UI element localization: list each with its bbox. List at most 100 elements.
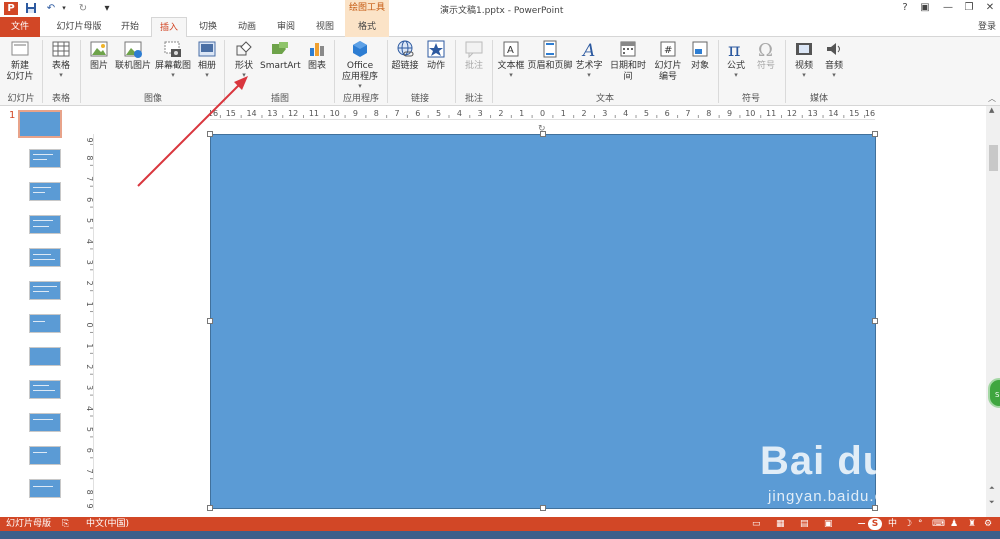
symbol-button[interactable]: Ω 符号 — [752, 39, 780, 72]
chevron-down-icon: ▾ — [734, 71, 738, 79]
sign-in-link[interactable]: 登录 — [978, 17, 996, 37]
floating-badge[interactable]: SB — [988, 378, 1000, 408]
hyperlink-button[interactable]: 超链接 — [390, 39, 420, 72]
ruler-tick-label: 3 — [85, 385, 94, 390]
slide-thumbnail[interactable] — [29, 248, 61, 267]
rotate-handle-icon[interactable]: ↻ — [538, 124, 546, 134]
online-picture-button[interactable]: 联机图片 — [114, 39, 152, 72]
tab-home[interactable]: 开始 — [112, 17, 148, 37]
resize-handle[interactable] — [207, 318, 213, 324]
chart-button[interactable]: 图表 — [304, 39, 330, 72]
equation-button[interactable]: π 公式 ▾ — [722, 39, 750, 79]
save-icon[interactable] — [24, 2, 38, 15]
slide-thumbnail-panel[interactable]: 1 — [0, 106, 78, 517]
undo-dropdown-icon[interactable]: ▾ — [59, 2, 69, 15]
slide-sorter-icon[interactable]: ▦ — [776, 518, 785, 530]
slide-thumbnail[interactable] — [29, 182, 61, 201]
chevron-down-icon: ▾ — [832, 71, 836, 79]
divider — [785, 40, 786, 103]
tab-insert[interactable]: 插入 — [151, 17, 187, 38]
resize-handle[interactable] — [207, 505, 213, 511]
tab-review[interactable]: 审阅 — [268, 17, 304, 37]
object-label: 对象 — [690, 61, 709, 71]
divider — [80, 40, 81, 103]
slide-thumbnail[interactable] — [29, 380, 61, 399]
tab-animations[interactable]: 动画 — [229, 17, 265, 37]
next-slide-icon[interactable]: ⏷ — [989, 498, 995, 507]
tab-slide-master[interactable]: 幻灯片母版 — [50, 17, 108, 37]
redo-icon[interactable]: ↻ — [76, 2, 90, 15]
textbox-button[interactable]: A 文本框 ▾ — [496, 39, 526, 79]
ime-punctuation-icon[interactable]: ° — [918, 518, 923, 530]
ime-moon-icon[interactable]: ☽ — [904, 518, 912, 530]
action-star-icon — [427, 40, 445, 58]
language-label[interactable]: 中文(中国) — [86, 518, 129, 530]
slide-thumbnail[interactable] — [29, 413, 61, 432]
chevron-down-icon: ▾ — [509, 71, 513, 79]
resize-handle[interactable] — [872, 318, 878, 324]
input-method-icon[interactable]: S — [868, 518, 882, 530]
ruler-tick-label: 8 — [85, 490, 94, 495]
spelling-icon[interactable]: ⎘ — [62, 518, 69, 530]
close-icon[interactable]: ✕ — [983, 2, 997, 14]
minimize-icon[interactable]: — — [941, 2, 955, 14]
video-button[interactable]: 视频 ▾ — [790, 39, 818, 79]
group-symbols-label: 符号 — [741, 94, 760, 104]
office-store-icon — [353, 41, 367, 57]
ribbon-display-options-icon[interactable]: ▣ — [918, 2, 932, 14]
office-apps-label: Office — [346, 61, 374, 71]
chevron-down-icon: ▾ — [802, 71, 806, 79]
reading-view-icon[interactable]: ▤ — [800, 518, 809, 530]
new-slide-button[interactable]: 新建 幻灯片 — [4, 39, 36, 83]
ime-chinese-icon[interactable]: 中 — [888, 518, 897, 530]
previous-slide-icon[interactable]: ⏶ — [989, 484, 995, 493]
table-button[interactable]: 表格 ▾ — [46, 39, 76, 79]
collapse-ribbon-icon[interactable]: ︿ — [988, 93, 996, 104]
chart-label: 图表 — [307, 61, 326, 71]
resize-handle[interactable] — [540, 505, 546, 511]
smartart-button[interactable]: SmartArt — [260, 39, 301, 72]
drawing-tools-context-label: 绘图工具 — [345, 0, 389, 17]
ime-tools-icon[interactable]: ⚙ — [984, 518, 992, 530]
scroll-up-icon[interactable]: ▲ — [989, 106, 994, 114]
object-button[interactable]: 对象 — [686, 39, 714, 72]
ime-shirt-icon[interactable]: ♜ — [968, 518, 976, 530]
slide-number-button[interactable]: # 幻灯片 编号 — [652, 39, 684, 83]
group-comments-label: 批注 — [464, 94, 483, 104]
picture-button[interactable]: 图片 — [86, 39, 112, 72]
header-footer-button[interactable]: 页眉和页脚 — [527, 39, 573, 72]
slide-thumbnail[interactable] — [29, 215, 61, 234]
office-apps-button[interactable]: Office 应用程序 ▾ — [338, 39, 382, 90]
tab-view[interactable]: 视图 — [307, 17, 343, 37]
vertical-ruler: 9 8 7 6 5 4 3 2 1 0 1 2 3 4 5 6 7 8 9 — [80, 134, 94, 510]
slide-thumbnail[interactable] — [29, 446, 61, 465]
slide-thumbnail[interactable] — [29, 314, 61, 333]
resize-handle[interactable] — [872, 131, 878, 137]
ruler-tick-label: 2 — [85, 281, 94, 286]
normal-view-icon[interactable]: ▭ — [752, 518, 761, 530]
zoom-out-button[interactable]: − — [857, 518, 866, 530]
audio-button[interactable]: 音频 ▾ — [820, 39, 848, 79]
restore-icon[interactable]: ❐ — [962, 2, 976, 14]
action-button[interactable]: 动作 — [422, 39, 450, 72]
scrollbar-thumb[interactable] — [989, 145, 998, 171]
tab-file[interactable]: 文件 — [0, 17, 40, 37]
undo-icon[interactable]: ↶ — [44, 2, 58, 15]
wordart-button[interactable]: A 艺术字 ▾ — [574, 39, 604, 79]
comment-button[interactable]: 批注 — [460, 39, 488, 72]
slideshow-icon[interactable]: ▣ — [824, 518, 833, 530]
tab-format[interactable]: 格式 — [345, 17, 389, 37]
slide-thumbnail[interactable] — [29, 347, 61, 366]
customize-quick-access-icon[interactable]: ▾ — [100, 2, 114, 15]
resize-handle[interactable] — [872, 505, 878, 511]
slide-thumbnail[interactable] — [29, 149, 61, 168]
slide-thumbnail[interactable] — [29, 479, 61, 498]
slide-thumbnail[interactable] — [29, 281, 61, 300]
video-label: 视频 — [794, 61, 813, 71]
tab-transitions[interactable]: 切换 — [190, 17, 226, 37]
ime-user-icon[interactable]: ♟ — [950, 518, 958, 530]
help-icon[interactable]: ? — [898, 2, 912, 14]
ime-keyboard-icon[interactable]: ⌨ — [932, 518, 945, 530]
slide-thumbnail[interactable] — [18, 110, 62, 138]
date-time-button[interactable]: 日期和时间 — [606, 39, 650, 83]
